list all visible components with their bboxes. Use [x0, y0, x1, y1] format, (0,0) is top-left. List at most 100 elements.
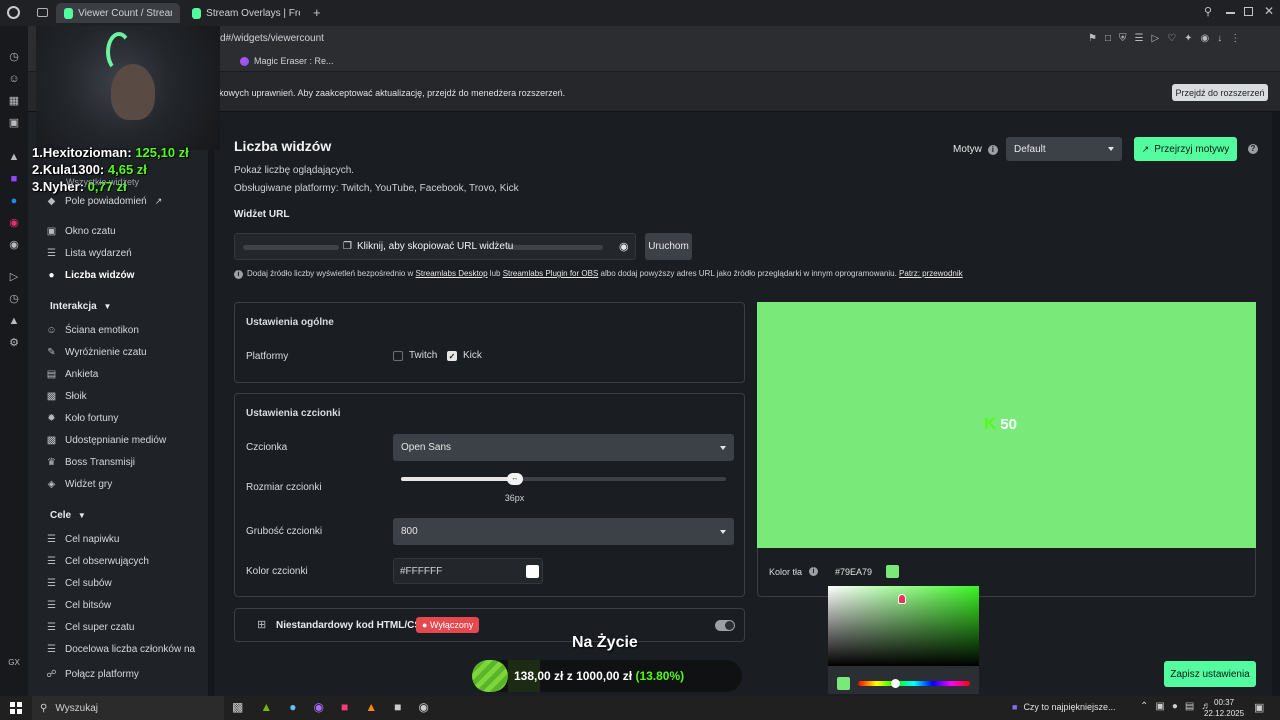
menu-icon[interactable]: ⋮ [1230, 33, 1240, 44]
capcut-icon[interactable]: ■ [394, 700, 401, 714]
taskbar-search[interactable]: ⚲ Wyszukaj [32, 696, 224, 720]
instagram-icon[interactable]: ◉ [7, 216, 21, 230]
picker-cursor-icon[interactable] [898, 594, 906, 604]
theme-select[interactable]: Default [1006, 137, 1122, 161]
workspaces-icon[interactable] [37, 8, 48, 17]
custom-code-toggle[interactable] [715, 620, 735, 631]
bg-color-swatch[interactable] [886, 565, 899, 578]
wallet-icon[interactable]: ▣ [7, 116, 21, 130]
twitch-icon[interactable]: ■ [7, 172, 21, 186]
sidebar-item-member-goal[interactable]: ☰ Docelowa liczba członków na [46, 644, 195, 655]
sidebar-item-event-list[interactable]: ☰ Lista wydarzeń [46, 248, 132, 259]
url-field[interactable]: d#/widgets/viewercount [220, 33, 324, 44]
task-view-icon[interactable]: ▩ [232, 700, 243, 714]
pin-icon[interactable]: ⚑ [1088, 33, 1097, 44]
news-icon[interactable]: ▦ [7, 94, 21, 108]
sidebar-item-media-share[interactable]: ▩ Udostępnianie mediów [46, 435, 166, 446]
sidebar-item-alert-box[interactable]: ◆ Pole powiadomień ↗ [46, 196, 163, 207]
maximize-icon[interactable] [1244, 7, 1253, 16]
obs-plugin-link[interactable]: Streamlabs Plugin for OBS [503, 269, 599, 278]
sidebar-item-game-widget[interactable]: ◈ Widżet gry [46, 479, 113, 490]
cube-icon[interactable]: ▲ [7, 314, 21, 328]
clock[interactable]: 00:37 22.12.2025 [1204, 697, 1244, 719]
eye-icon[interactable]: ◉ [619, 240, 629, 253]
play-circle-icon[interactable]: ▷ [7, 270, 21, 284]
ai-icon[interactable]: ▲ [7, 150, 21, 164]
color-picker[interactable] [828, 586, 979, 694]
bg-color-field[interactable]: #79EA79 [829, 560, 904, 584]
tab-viewer-count[interactable]: Viewer Count / Streamlab [56, 3, 180, 23]
sidebar-item-chat-highlight[interactable]: ✎ Wyróżnienie czatu [46, 347, 146, 358]
go-to-extensions-button[interactable]: Przejdź do rozszerzeń [1172, 84, 1268, 101]
person-icon[interactable]: ☺ [7, 72, 21, 86]
sidebar-item-viewer-count[interactable]: ● Liczba widzów [46, 270, 134, 281]
streamlabs-desktop-link[interactable]: Streamlabs Desktop [416, 269, 488, 278]
font-color-field[interactable]: #FFFFFF [393, 558, 543, 584]
hue-slider-handle[interactable] [891, 679, 900, 688]
sidebar-item-tip-jar[interactable]: ▩ Słoik [46, 391, 87, 402]
sidebar-item-connect-platforms[interactable]: ☍ Połącz platformy [46, 669, 139, 680]
hidden-nav-label[interactable]: Wszystkie widżety [66, 177, 139, 187]
sidebar-item-follower-goal[interactable]: ☰ Cel obserwujących [46, 556, 149, 567]
weight-select[interactable]: 800 [393, 518, 734, 545]
steam-icon[interactable]: ● [289, 700, 296, 714]
sidebar-item-tip-goal[interactable]: ☰ Cel napiwku [46, 534, 119, 545]
settings-icon[interactable]: ⚙ [7, 336, 21, 350]
font-color-swatch[interactable] [526, 565, 539, 578]
microphone-icon[interactable]: ● [1172, 701, 1178, 712]
puzzle-icon[interactable]: ✦ [1184, 33, 1192, 44]
section-interakcja[interactable]: Interakcja ▼ [50, 301, 111, 312]
play-icon[interactable]: ▷ [1151, 33, 1159, 44]
messenger-icon[interactable]: ● [7, 194, 21, 208]
browse-themes-button[interactable]: ↗ Przejrzyj motywy [1134, 137, 1237, 161]
minimize-icon[interactable] [1226, 12, 1235, 14]
tab-stream-overlays[interactable]: Stream Overlays | Free & [184, 3, 308, 23]
tabs-icon[interactable]: □ [1105, 33, 1111, 44]
opera-gx-icon[interactable]: ■ [341, 700, 348, 714]
sidebar-item-emote-wall[interactable]: ☺ Ściana emotikon [46, 325, 139, 336]
sidebar-item-poll[interactable]: ▤ Ankieta [46, 369, 99, 380]
sidebar-item-sub-goal[interactable]: ☰ Cel subów [46, 578, 112, 589]
size-slider-handle[interactable]: ↔ [506, 473, 523, 485]
network-icon[interactable]: ▤ [1185, 701, 1194, 712]
size-slider[interactable]: ↔ [401, 473, 726, 485]
download-icon[interactable]: ↓ [1217, 33, 1222, 44]
heart-icon[interactable]: ♡ [1167, 33, 1176, 44]
nvidia-icon[interactable]: ▲ [260, 700, 272, 714]
history-icon[interactable]: ◷ [7, 50, 21, 64]
save-settings-button[interactable]: Zapisz ustawienia [1164, 661, 1256, 687]
windows-start-icon[interactable] [10, 702, 22, 714]
sidebar-item-spin-wheel[interactable]: ✹ Koło fortuny [46, 413, 118, 424]
translate-icon[interactable]: ☰ [1135, 33, 1144, 44]
kick-checkbox[interactable]: ✓ Kick [447, 350, 482, 361]
clock-icon[interactable]: ◷ [7, 292, 21, 306]
news-widget[interactable]: ■ Czy to najpiękniejsze... [1012, 702, 1115, 712]
discord-icon[interactable]: ◉ [7, 238, 21, 252]
guide-link[interactable]: Patrz: przewodnik [899, 269, 963, 278]
bookmark-magic-eraser[interactable]: Magic Eraser : Re... [240, 56, 334, 66]
app-icon[interactable]: ▲ [365, 700, 377, 714]
font-select[interactable]: Open Sans [393, 434, 734, 461]
chevron-up-icon[interactable]: ⌃ [1140, 701, 1148, 712]
obs-icon[interactable]: ◉ [418, 700, 428, 714]
expand-icon[interactable]: ⊞ [257, 618, 266, 631]
new-tab-icon[interactable]: + [313, 5, 321, 20]
section-cele[interactable]: Cele ▼ [50, 510, 86, 521]
copy-url-hint[interactable]: ❐ Kliknij, aby skopiować URL widżetu [343, 241, 513, 252]
info-icon[interactable]: i [809, 567, 818, 576]
gx-icon[interactable]: GX [7, 656, 21, 670]
browser-logo-icon[interactable] [7, 6, 20, 19]
hue-slider[interactable] [858, 681, 970, 686]
close-icon[interactable]: ✕ [1264, 4, 1274, 18]
help-icon[interactable]: ? [1248, 144, 1258, 154]
launch-button[interactable]: Uruchom [645, 233, 692, 260]
external-link-icon[interactable]: ↗ [155, 196, 163, 207]
search-icon[interactable]: ⚲ [1204, 5, 1212, 18]
widget-url-field[interactable]: ❐ Kliknij, aby skopiować URL widżetu ◉ [234, 233, 636, 260]
sidebar-item-bits-goal[interactable]: ☰ Cel bitsów [46, 600, 111, 611]
twitch-checkbox[interactable]: Twitch [393, 350, 437, 361]
messenger-icon[interactable]: ◉ [313, 700, 323, 714]
sidebar-item-chat-box[interactable]: ▣ Okno czatu [46, 226, 116, 237]
lock-icon[interactable]: ◉ [1201, 33, 1210, 44]
sidebar-item-stream-boss[interactable]: ♛ Boss Transmisji [46, 457, 135, 468]
